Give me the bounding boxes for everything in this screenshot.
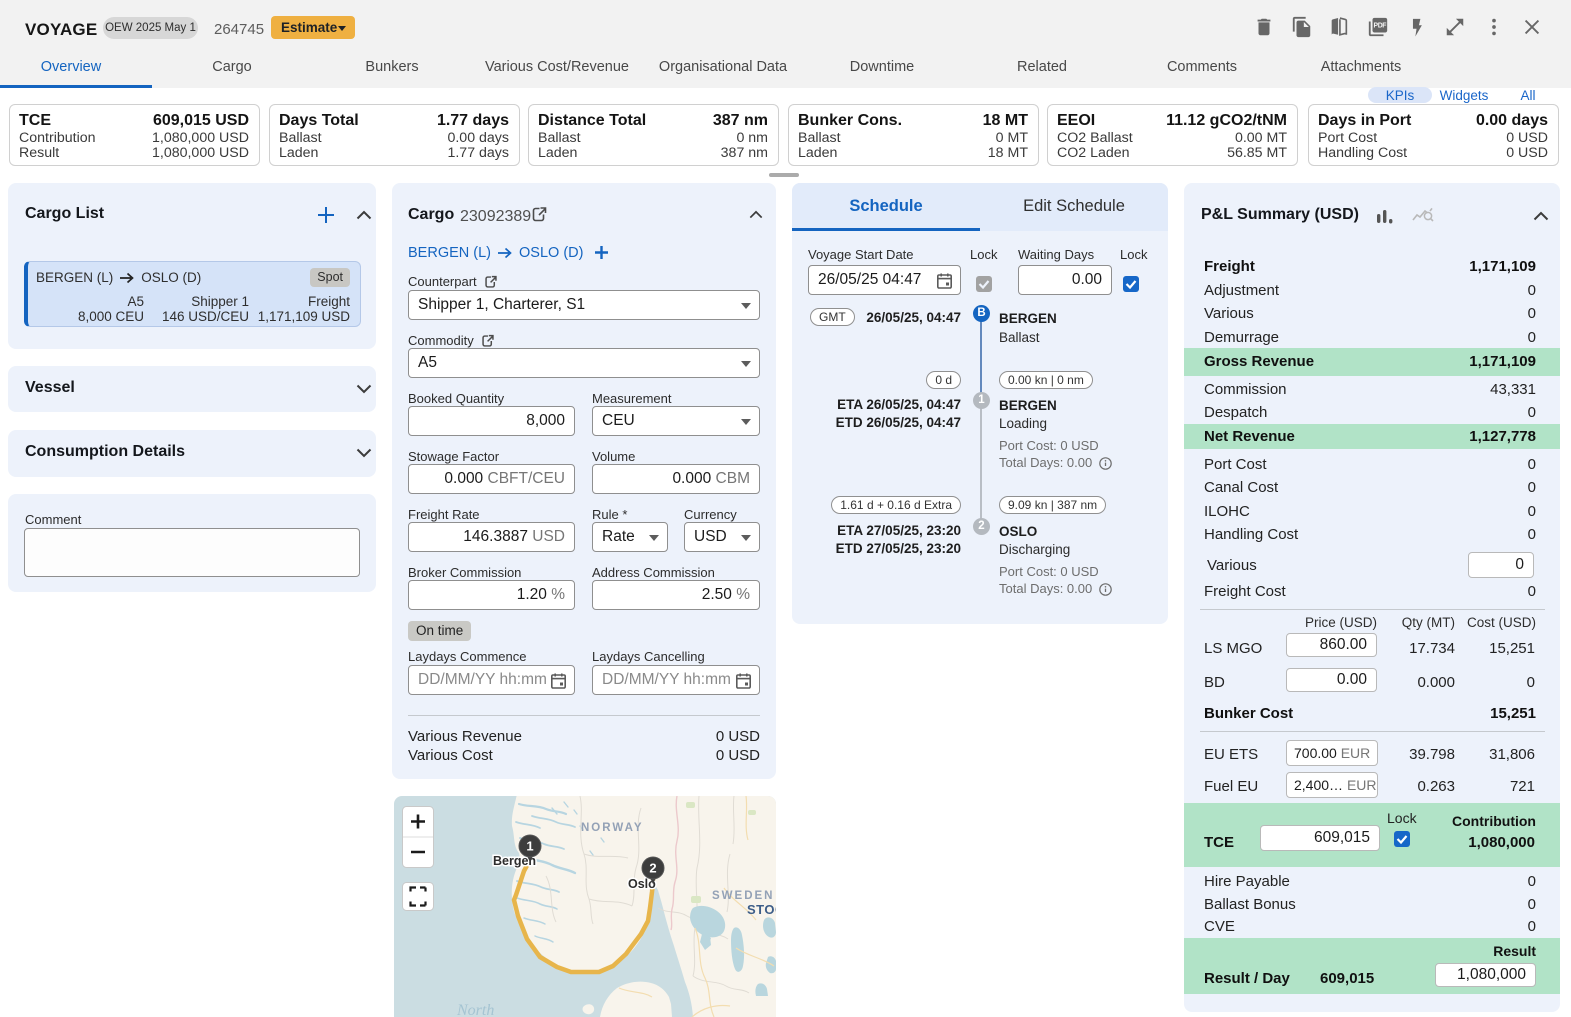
- svg-text:1: 1: [526, 839, 533, 854]
- svg-text:STOC: STOC: [747, 902, 776, 917]
- svg-text:PDF: PDF: [1374, 23, 1387, 30]
- svg-text:SWEDEN: SWEDEN: [712, 890, 774, 902]
- svg-text:NORWAY: NORWAY: [581, 822, 644, 834]
- svg-text:North: North: [456, 1002, 494, 1017]
- svg-text:2: 2: [649, 861, 656, 876]
